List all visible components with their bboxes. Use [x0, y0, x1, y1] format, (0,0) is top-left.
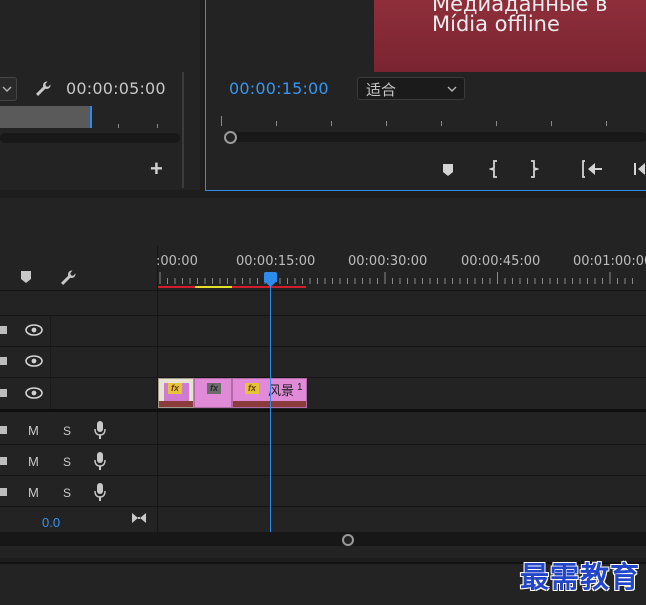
video-audio-divider	[0, 409, 646, 412]
panel-divider	[182, 72, 184, 188]
program-timecode[interactable]: 00:00:15:00	[229, 79, 329, 98]
track-divider	[0, 475, 646, 476]
sync-lock-icon[interactable]	[0, 385, 8, 401]
eye-icon[interactable]	[24, 353, 44, 369]
fx-badge[interactable]: fx	[245, 383, 260, 394]
microphone-icon[interactable]	[93, 481, 107, 503]
source-dropdown[interactable]	[0, 77, 17, 101]
watermark-logo: 最需教育	[520, 560, 641, 594]
mute-button[interactable]: M	[28, 454, 39, 469]
timeline-scrollbar[interactable]	[0, 532, 646, 546]
solo-button[interactable]: S	[63, 455, 71, 469]
track-divider	[0, 377, 646, 378]
master-volume[interactable]: 0.0	[42, 515, 60, 530]
mute-button[interactable]: M	[28, 485, 39, 500]
program-monitor: Медиаданные в Mídia offline 00:00:15:00 …	[205, 0, 646, 191]
ruler-label-15: 00:00:15:00	[236, 254, 316, 269]
wrench-icon[interactable]	[32, 78, 54, 100]
program-ruler	[218, 116, 646, 128]
eye-icon[interactable]	[24, 385, 44, 401]
track-divider	[0, 315, 646, 316]
go-to-in-icon[interactable]	[580, 159, 604, 179]
render-bar-red	[158, 286, 306, 288]
playhead-tip	[264, 281, 277, 287]
zoom-select-value: 适合	[366, 81, 397, 99]
mute-button[interactable]: M	[28, 423, 39, 438]
sync-lock-icon[interactable]	[0, 453, 8, 469]
ruler-label-30: 00:00:30:00	[348, 254, 428, 269]
sync-lock-icon[interactable]	[0, 484, 8, 500]
scroll-handle[interactable]	[342, 534, 354, 546]
eye-icon[interactable]	[24, 322, 44, 338]
offline-text-2: Mídia offline	[432, 12, 560, 36]
ruler-label-45: 00:00:45:00	[461, 254, 541, 269]
track-header-inner-divider	[50, 315, 51, 409]
clip[interactable]: fx	[194, 378, 232, 408]
add-marker-icon[interactable]	[440, 161, 456, 179]
clip-name: 风景	[268, 384, 295, 399]
track-divider	[0, 444, 646, 445]
mark-in-icon[interactable]	[486, 159, 502, 179]
fx-badge[interactable]: fx	[168, 383, 183, 394]
add-marker-icon[interactable]	[18, 268, 34, 286]
solo-button[interactable]: S	[63, 486, 71, 500]
track-divider	[0, 346, 646, 347]
zoom-handle[interactable]	[224, 131, 237, 144]
wrench-icon[interactable]	[57, 267, 79, 289]
mark-out-icon[interactable]	[526, 159, 542, 179]
media-offline-frame: Медиаданные в Mídia offline	[374, 0, 646, 72]
track-divider	[0, 506, 646, 507]
source-ruler-ticks	[0, 124, 180, 128]
track-divider	[0, 290, 646, 291]
add-button[interactable]: +	[150, 158, 163, 180]
sync-lock-icon[interactable]	[0, 353, 8, 369]
chevron-down-icon	[447, 86, 457, 92]
ruler-ticks	[159, 272, 633, 284]
chevron-down-icon	[2, 86, 12, 92]
solo-button[interactable]: S	[63, 424, 71, 438]
zoom-select[interactable]: 适合	[357, 77, 465, 100]
source-timecode[interactable]: 00:00:05:00	[66, 79, 166, 98]
fx-badge[interactable]: fx	[207, 383, 222, 394]
clip[interactable]: fx	[158, 378, 194, 408]
microphone-icon[interactable]	[93, 450, 107, 472]
program-zoom-bar[interactable]	[224, 132, 646, 142]
clip-bottom-band	[159, 401, 193, 407]
ruler-label-60: 00:01:00:00	[573, 254, 646, 269]
source-zoom-bar[interactable]	[0, 133, 180, 143]
render-bar-yellow	[195, 286, 232, 288]
bowtie-icon[interactable]	[130, 510, 148, 526]
sync-lock-icon[interactable]	[0, 422, 8, 438]
playhead-line	[270, 282, 271, 532]
step-back-icon[interactable]	[625, 159, 646, 179]
microphone-icon[interactable]	[93, 419, 107, 441]
clip-name-suffix: 1	[297, 382, 303, 393]
sync-lock-icon[interactable]	[0, 322, 8, 338]
source-panel: 00:00:05:00 +	[0, 0, 200, 190]
ruler-label-0: :00:00	[156, 254, 198, 269]
